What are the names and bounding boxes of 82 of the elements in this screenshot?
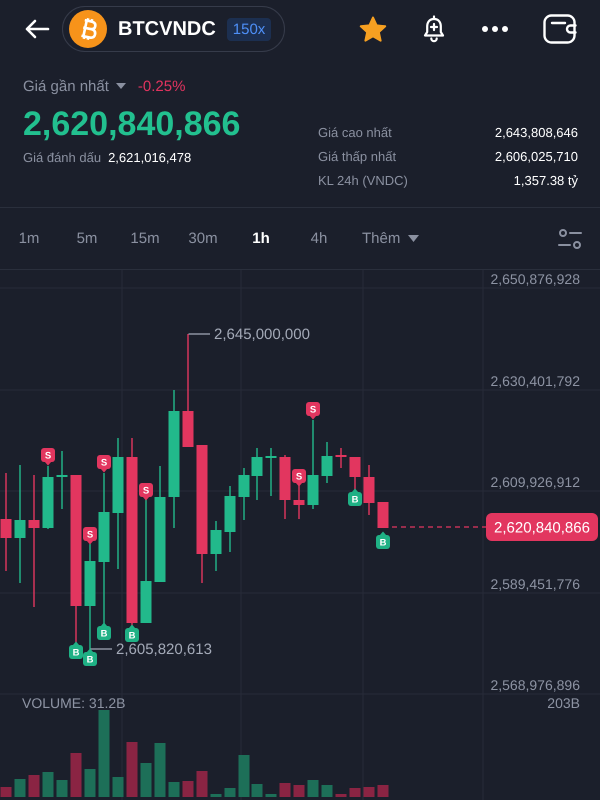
volume-axis-label: 203B (547, 695, 580, 711)
mark-price: 2,621,016,478 (108, 150, 192, 164)
more-timeframes-dropdown[interactable]: Thêm (352, 224, 430, 253)
stat-label: KL 24h (VNDC) (318, 172, 408, 188)
price-axis-label: 2,650,876,928 (490, 271, 580, 287)
volume-bar (84, 769, 96, 797)
volume-bar (14, 779, 26, 797)
candle (280, 455, 290, 519)
candle (56, 451, 68, 509)
candle (210, 521, 222, 571)
volume-bar (336, 794, 346, 797)
timeframe-tab[interactable]: 30m (174, 224, 232, 253)
volume-bar (42, 772, 54, 797)
star-icon[interactable] (359, 16, 387, 42)
symbol-selector[interactable]: BTCVNDC 150x (62, 6, 286, 52)
stat-value: 2,606,025,710 (494, 148, 578, 164)
volume-bar (294, 785, 304, 797)
volume-bar (280, 783, 290, 797)
volume-bar (378, 785, 388, 797)
price-axis-label: 2,568,976,896 (490, 677, 580, 693)
last-price: 2,620,840,866 (23, 105, 240, 143)
caret-icon (116, 83, 126, 89)
volume-bar (140, 763, 152, 797)
caret-icon (408, 235, 420, 242)
candle (238, 468, 250, 520)
volume-bar (112, 777, 124, 797)
candle (350, 457, 360, 490)
candle (336, 448, 346, 468)
timeframe-tab[interactable]: 5m (58, 224, 116, 253)
back-arrow-icon[interactable] (24, 18, 50, 40)
stat-label: Giá thấp nhất (318, 148, 396, 164)
candle (224, 486, 236, 552)
candle (378, 502, 388, 528)
last-price-tag: 2,620,840,866 (486, 513, 598, 541)
price-axis-label: 2,630,401,792 (490, 373, 580, 389)
volume-bar (28, 775, 40, 797)
volume-bar (126, 742, 138, 797)
volume-bar (196, 771, 208, 797)
timeframe-tab[interactable]: 1m (0, 224, 58, 253)
coin-icon (69, 10, 107, 48)
volume-bar (350, 788, 360, 797)
stat-value: 2,643,808,646 (494, 124, 578, 140)
price-change: -0.25% (138, 78, 186, 94)
volume-bar (168, 782, 180, 797)
leader-line (188, 333, 210, 335)
price-axis-label: 2,589,451,776 (490, 576, 580, 592)
candle (294, 483, 304, 519)
chart-settings-icon[interactable] (558, 226, 582, 250)
mark-price-label: Giá đánh dấu (23, 150, 102, 164)
high-price-label: 2,645,000,000 (214, 326, 310, 343)
price-axis-label: 2,609,926,912 (490, 474, 580, 490)
timeframe-tab[interactable]: 15m (116, 224, 174, 253)
leader-line (90, 648, 112, 650)
volume-bar (238, 755, 250, 797)
volume-bar (224, 788, 236, 797)
stat-value: 1,357.38 tỷ (514, 172, 578, 188)
volume-bar (210, 794, 222, 797)
low-price-label: 2,605,820,613 (116, 641, 212, 658)
price-type-dropdown[interactable]: Giá gần nhất (23, 78, 126, 94)
candle (322, 442, 332, 483)
candle (266, 448, 276, 496)
volume-bar (56, 780, 68, 797)
more-icon[interactable] (482, 26, 508, 32)
candle (252, 448, 262, 500)
candle (42, 466, 54, 529)
leverage-tag: 150x (226, 18, 272, 40)
volume-bar (266, 794, 276, 797)
volume-label: VOLUME: 31.2B (22, 695, 126, 711)
candle (364, 465, 374, 515)
timeframe-tab[interactable]: 4h (290, 224, 348, 253)
volume-bar (308, 780, 318, 797)
volume-bar (182, 781, 194, 797)
add-alert-bell-icon[interactable] (422, 15, 446, 43)
wallet-icon[interactable] (543, 14, 577, 44)
timeframe-tab[interactable]: 1h (232, 224, 290, 253)
volume-bar (364, 787, 374, 797)
volume-bar (154, 743, 166, 797)
volume-bar (0, 787, 12, 797)
volume-bar (252, 784, 262, 797)
stat-label: Giá cao nhất (318, 124, 392, 140)
volume-bar (322, 785, 332, 797)
volume-bar (70, 753, 82, 797)
